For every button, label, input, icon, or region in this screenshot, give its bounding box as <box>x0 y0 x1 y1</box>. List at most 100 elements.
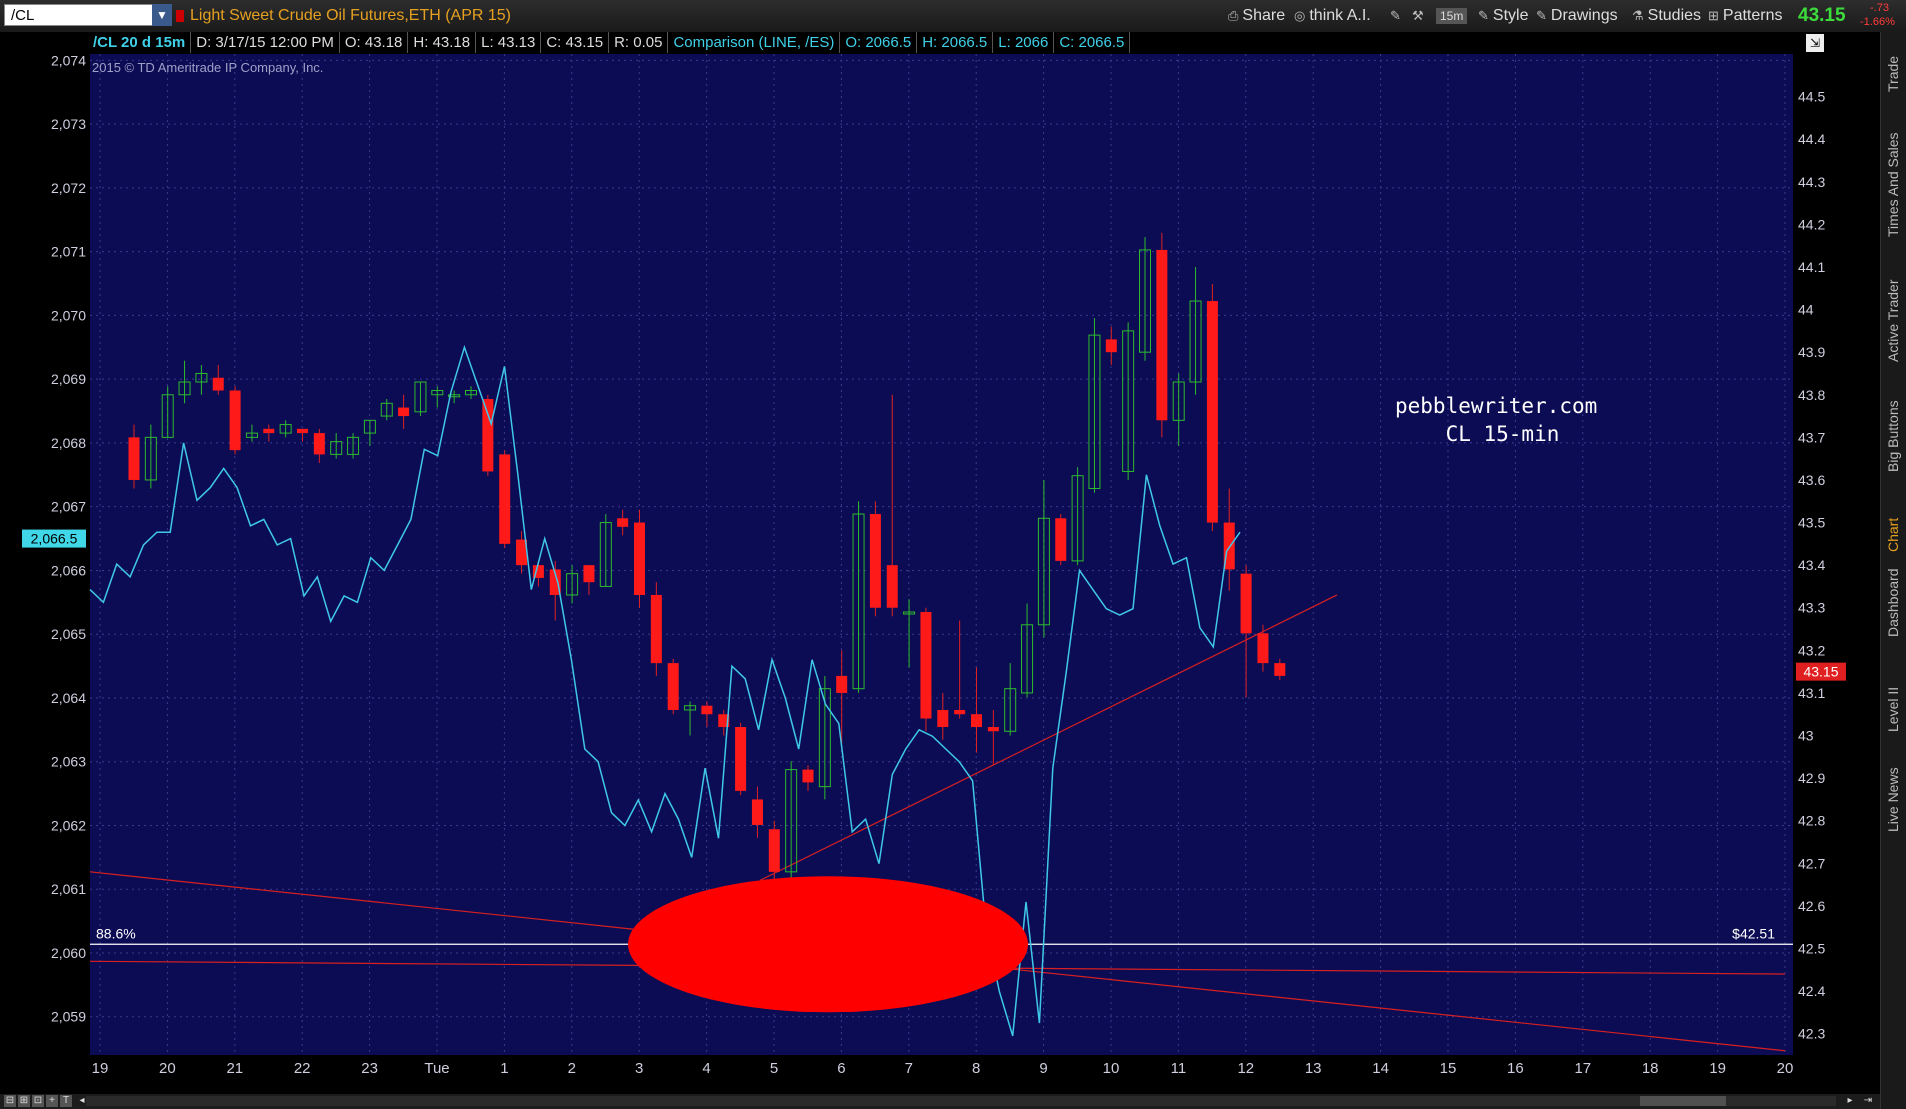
right-axis-tick: 44.3 <box>1798 174 1825 190</box>
right-axis-tick: 43.8 <box>1798 387 1825 403</box>
scroll-right-icon[interactable]: ▸ <box>1844 1095 1856 1107</box>
left-axis-tick: 2,069 <box>51 371 86 387</box>
candle <box>650 582 662 676</box>
candle-body <box>667 663 679 710</box>
settings-button[interactable]: ⚒ <box>1412 5 1428 27</box>
right-axis-tick: 43.4 <box>1798 557 1825 573</box>
crosshair-icon[interactable]: + <box>46 1095 58 1107</box>
highlight-ellipse[interactable] <box>628 876 1028 1013</box>
x-tick-label: 19 <box>92 1060 109 1077</box>
share-label: Share <box>1242 7 1286 24</box>
scroll-end-icon[interactable]: ⇥ <box>1862 1095 1874 1107</box>
x-tick-label: 16 <box>1507 1060 1524 1077</box>
candle-body <box>128 437 140 480</box>
x-tick-label: 15 <box>1440 1060 1457 1077</box>
right-axis-tick: 43.5 <box>1798 515 1825 531</box>
candle-body <box>701 705 713 715</box>
time-scrollbar[interactable] <box>86 1096 1836 1106</box>
style-label: Style <box>1492 7 1529 24</box>
side-tab-label: Chart <box>1885 517 1901 552</box>
candle <box>667 658 679 715</box>
timeframe-label[interactable]: /CL 20 d 15m <box>88 32 192 53</box>
x-tick-label: 4 <box>702 1060 710 1077</box>
left-axis-tick: 2,074 <box>51 52 86 68</box>
candle-body <box>802 769 814 783</box>
right-current-tag: 43.15 <box>1796 662 1846 681</box>
interval-button[interactable]: 15m <box>1436 8 1468 24</box>
comparison-low: L: 2066 <box>993 32 1055 53</box>
candle-body <box>735 727 747 791</box>
comparison-high: H: 2066.5 <box>917 32 994 53</box>
left-axis-tick: 2,065 <box>51 626 86 642</box>
right-current-tag-text: 43.15 <box>1803 664 1838 680</box>
fib-price-label: $42.51 <box>1732 925 1775 941</box>
x-tick-label: 2 <box>568 1060 576 1077</box>
symbol-dropdown-button[interactable]: ▼ <box>152 4 172 26</box>
instrument-title: Light Sweet Crude Oil Futures,ETH (APR 1… <box>190 7 512 24</box>
think-label: think A.I. <box>1309 7 1371 24</box>
candle-body <box>1257 633 1269 664</box>
x-tick-label: 18 <box>1642 1060 1659 1077</box>
left-axis-tick: 2,061 <box>51 881 86 897</box>
candle-body <box>1240 573 1252 634</box>
x-tick-label: 10 <box>1103 1060 1120 1077</box>
text-tool-icon[interactable]: T <box>60 1095 72 1107</box>
studies-button[interactable]: ⚗ Studies <box>1632 5 1701 27</box>
side-tab-label: Live News <box>1885 767 1901 832</box>
x-tick-label: 22 <box>294 1060 311 1077</box>
side-tab-label: Big Buttons <box>1885 400 1901 472</box>
right-axis-tick: 43.1 <box>1798 685 1825 701</box>
price-change: -.73 <box>1870 2 1889 14</box>
right-axis-tick: 43.3 <box>1798 600 1825 616</box>
left-current-tag: 2,066.5 <box>22 529 86 548</box>
right-axis-tick: 42.5 <box>1798 941 1825 957</box>
think-ai-button[interactable]: ◎ think A.I. <box>1294 5 1371 27</box>
right-axis-tick: 42.8 <box>1798 813 1825 829</box>
side-tab-label: Active Trader <box>1885 279 1901 362</box>
candle <box>869 501 881 617</box>
candle-body <box>212 377 224 391</box>
candle-body <box>886 565 898 608</box>
right-axis-tick: 43.7 <box>1798 429 1825 445</box>
price-chart[interactable]: 19 20 21 22 23 Tue 1 2 3 4 5 6 7 8 9 10 11 12 13 14 15 16 17 18… <box>0 32 1890 1094</box>
candle-body <box>229 390 241 451</box>
style-button[interactable]: ✎ Style <box>1478 5 1528 27</box>
bar-date: D: 3/17/15 12:00 PM <box>191 32 340 53</box>
left-axis-tick: 2,073 <box>51 116 86 132</box>
share-button[interactable]: ⎙ Share <box>1228 5 1285 27</box>
candle-body <box>313 433 325 455</box>
zoom-out-icon[interactable]: ⊟ <box>4 1095 16 1107</box>
candle-body <box>583 565 595 583</box>
symbol-text: /CL <box>11 7 35 24</box>
left-axis-tick: 2,059 <box>51 1009 86 1025</box>
studies-icon: ⚗ <box>1632 8 1644 23</box>
candle-body <box>1156 249 1168 421</box>
chart-area[interactable]: 19 20 21 22 23 Tue 1 2 3 4 5 6 7 8 9 10 11 12 13 14 15 16 17 18… <box>0 32 1890 1094</box>
candle-body <box>1206 301 1218 523</box>
bar-range: R: 0.05 <box>609 32 669 53</box>
drawings-button[interactable]: ✎ Drawings <box>1536 5 1618 27</box>
candle-body <box>751 799 763 825</box>
drawing-tool-button[interactable]: ✎ <box>1390 5 1405 27</box>
comparison-open: O: 2066.5 <box>840 32 918 53</box>
x-tick-label: 3 <box>635 1060 643 1077</box>
x-tick-label: 5 <box>770 1060 778 1077</box>
left-axis-tick: 2,060 <box>51 945 86 961</box>
comparison-label[interactable]: Comparison (LINE, /ES) <box>668 32 841 53</box>
time-scrollbar-thumb[interactable] <box>1640 1096 1726 1106</box>
x-tick-label: 19 <box>1709 1060 1726 1077</box>
side-tab-label: Dashboard <box>1885 568 1901 638</box>
right-axis-tick: 42.4 <box>1798 983 1825 999</box>
zoom-in-icon[interactable]: ⊞ <box>18 1095 30 1107</box>
symbol-input[interactable]: /CL <box>4 4 172 26</box>
chart-menu-icon[interactable]: ⇲ <box>1806 34 1824 52</box>
left-axis-tick: 2,072 <box>51 180 86 196</box>
patterns-button[interactable]: ⊞ Patterns <box>1708 5 1783 27</box>
right-axis-tick: 42.3 <box>1798 1026 1825 1042</box>
x-tick-label: 17 <box>1574 1060 1591 1077</box>
x-tick-label: 1 <box>500 1060 508 1077</box>
candle <box>735 722 747 796</box>
right-axis-tick: 42.7 <box>1798 855 1825 871</box>
candle-body <box>836 675 848 693</box>
zoom-fit-icon[interactable]: ⊡ <box>32 1095 44 1107</box>
